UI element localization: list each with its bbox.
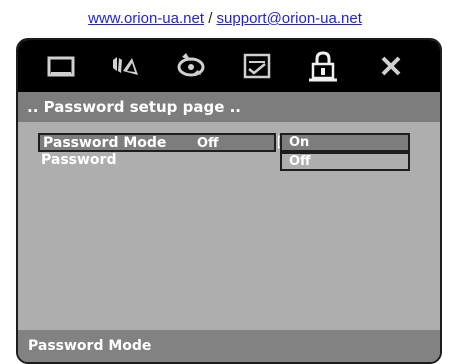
osd-setup-screen: .. Password setup page .. Password Mode …	[16, 38, 442, 364]
close-icon[interactable]	[362, 40, 420, 92]
page-title: .. Password setup page ..	[18, 92, 440, 122]
preference-checklist-icon[interactable]	[228, 40, 286, 92]
option-on[interactable]: On	[280, 133, 410, 152]
web-links: www.orion-ua.net / support@orion-ua.net	[0, 10, 450, 27]
menu-item-label: Password Mode	[43, 135, 167, 151]
footer-hint: Password Mode	[18, 330, 440, 362]
support-email-link[interactable]: support@orion-ua.net	[217, 10, 362, 27]
disc-icon[interactable]	[162, 40, 220, 92]
link-separator: /	[204, 10, 217, 27]
monitor-icon[interactable]	[32, 40, 90, 92]
option-off[interactable]: Off	[280, 152, 410, 171]
setup-icon-bar	[18, 40, 440, 92]
audio-speaker-icon[interactable]	[96, 40, 154, 92]
menu-item-value: Off	[197, 136, 219, 151]
menu-item-label: Password	[41, 152, 117, 168]
website-link[interactable]: www.orion-ua.net	[88, 10, 204, 27]
menu-item-password[interactable]: Password	[38, 152, 276, 171]
menu-item-password-mode[interactable]: Password Mode Off	[38, 133, 276, 152]
padlock-icon[interactable]	[294, 40, 352, 92]
